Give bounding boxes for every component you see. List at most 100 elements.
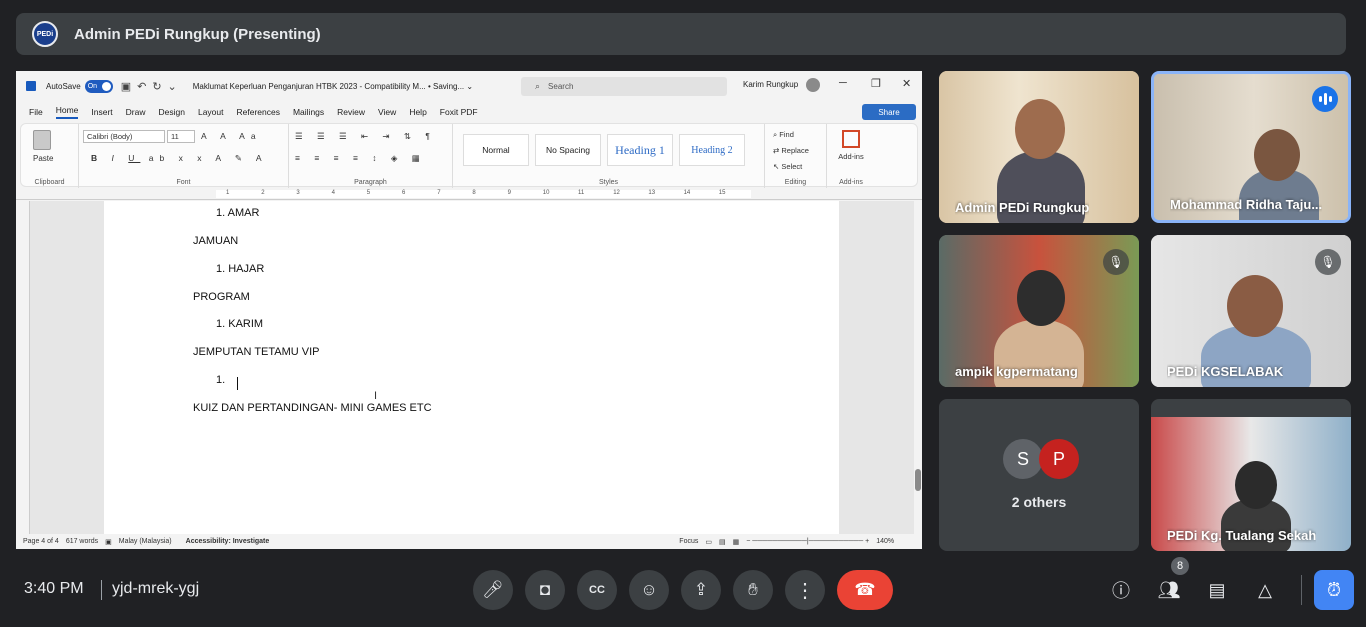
style-no-spacing[interactable]: No Spacing xyxy=(535,134,601,166)
status-language[interactable]: Malay (Malaysia) xyxy=(119,538,172,545)
meeting-info-button[interactable]: ⓘ xyxy=(1108,577,1134,603)
word-user-name[interactable]: Karim Rungkup xyxy=(743,80,798,89)
addins-button-label[interactable]: Add-ins xyxy=(831,152,871,161)
word-status-bar: Page 4 of 4 617 words ▣ Malay (Malaysia)… xyxy=(16,534,922,549)
paragraph-label: Paragraph xyxy=(354,179,387,186)
menu-draw[interactable]: Draw xyxy=(126,107,146,117)
reactions-button[interactable]: ☺ xyxy=(629,570,669,610)
others-tile[interactable]: S P 2 others xyxy=(939,399,1139,551)
search-icon: ⌕ xyxy=(535,81,541,91)
status-page[interactable]: Page 4 of 4 xyxy=(23,538,59,545)
autosave-toggle[interactable]: On xyxy=(84,79,113,93)
microphone-button[interactable]: 🎤︎ xyxy=(473,570,513,610)
close-icon[interactable]: ✕ xyxy=(902,77,911,90)
list-tools[interactable]: ☰ ☰ ☰ ⇤ ⇥ ⇅ ¶ xyxy=(295,131,436,142)
horizontal-ruler[interactable]: 1 2 3 4 5 6 7 8 9 10 11 12 13 14 15 xyxy=(16,188,922,200)
font-size-select[interactable]: 11 xyxy=(167,130,195,143)
quick-access-toolbar[interactable]: ▣↶↻⌄ xyxy=(121,80,183,93)
font-size-tools[interactable]: A A Aa xyxy=(201,131,262,141)
find-label: Find xyxy=(779,130,794,139)
bottom-right-divider xyxy=(1301,575,1302,605)
word-user-avatar[interactable] xyxy=(806,78,820,92)
print-layout-icon[interactable]: ▤ xyxy=(719,538,726,546)
captions-button[interactable]: CC xyxy=(577,570,617,610)
save-icon[interactable]: ▣ xyxy=(121,81,137,93)
status-zoom[interactable]: 140% xyxy=(876,538,894,545)
participant-tile-3[interactable]: 🎙 ampik kgpermatang xyxy=(939,235,1139,387)
font-format-tools[interactable]: B I U ab x x A ✎ A xyxy=(91,153,268,164)
read-mode-icon[interactable]: ▭ xyxy=(705,538,712,546)
raise-hand-button[interactable]: ✋︎ xyxy=(733,570,773,610)
alignment-tools[interactable]: ≡ ≡ ≡ ≡ ↕ ◈ ▦ xyxy=(295,153,426,164)
addins-icon[interactable] xyxy=(842,130,860,148)
chat-button[interactable]: ▤ xyxy=(1204,577,1230,603)
participant-head xyxy=(1227,275,1283,337)
document-title[interactable]: Maklumat Keperluan Penganjuran HTBK 2023… xyxy=(193,82,473,91)
camera-button[interactable]: ◘ xyxy=(525,570,565,610)
meeting-code: yjd-mrek-ygj xyxy=(112,580,200,597)
participant-tile-2[interactable]: Mohammad Ridha Taju... xyxy=(1151,71,1351,223)
menu-file[interactable]: File xyxy=(29,107,43,117)
clipboard-group: Paste Clipboard xyxy=(21,124,79,188)
menu-mailings[interactable]: Mailings xyxy=(293,107,324,117)
style-heading-1[interactable]: Heading 1 xyxy=(607,134,673,166)
style-heading-2[interactable]: Heading 2 xyxy=(679,134,745,166)
menu-design[interactable]: Design xyxy=(159,107,185,117)
menu-references[interactable]: References xyxy=(237,107,280,117)
participant-head xyxy=(1235,461,1277,509)
scrollbar-thumb[interactable] xyxy=(915,469,921,491)
share-button[interactable]: Share xyxy=(862,104,916,120)
present-screen-icon: ⇪ xyxy=(693,580,709,599)
minimize-icon[interactable]: ─ xyxy=(839,77,847,89)
doc-line-jemputan: JEMPUTAN TETAMU VIP xyxy=(193,346,320,358)
undo-icon[interactable]: ↶ xyxy=(137,81,152,93)
web-layout-icon[interactable]: ▦ xyxy=(733,538,740,546)
style-normal[interactable]: Normal xyxy=(463,134,529,166)
leave-call-button[interactable]: ☎︎ xyxy=(837,570,893,610)
paragraph-group: ☰ ☰ ☰ ⇤ ⇥ ⇅ ¶ ≡ ≡ ≡ ≡ ↕ ◈ ▦ Paragraph xyxy=(289,124,453,188)
host-controls-button[interactable]: ⏰︎ xyxy=(1314,570,1354,610)
find-button[interactable]: ⌕ Find xyxy=(773,130,794,140)
menu-insert[interactable]: Insert xyxy=(91,107,112,117)
word-menu-bar: File Home Insert Draw Design Layout Refe… xyxy=(16,101,922,123)
participant-tile-4[interactable]: 🎙 PEDi KGSELABAK xyxy=(1151,235,1351,387)
status-focus[interactable]: Focus xyxy=(679,538,698,545)
word-search-box[interactable]: ⌕ Search xyxy=(521,77,727,96)
menu-foxit-pdf[interactable]: Foxit PDF xyxy=(440,107,478,117)
people-button[interactable]: 👥︎ xyxy=(1156,577,1182,603)
menu-home[interactable]: Home xyxy=(55,105,79,119)
vertical-ruler[interactable] xyxy=(16,201,30,534)
document-canvas[interactable]: 1. AMAR JAMUAN 1. HAJAR PROGRAM 1. KARIM… xyxy=(30,201,914,534)
document-page[interactable]: 1. AMAR JAMUAN 1. HAJAR PROGRAM 1. KARIM… xyxy=(104,201,839,534)
info-icon: ⓘ xyxy=(1112,581,1130,601)
replace-button[interactable]: ⇄ Replace xyxy=(773,146,809,155)
shared-screen: AutoSave On ▣↶↻⌄ Maklumat Keperluan Peng… xyxy=(16,71,922,549)
paste-label[interactable]: Paste xyxy=(33,154,53,163)
customize-qat-icon[interactable]: ⌄ xyxy=(168,81,183,93)
participant-tile-1[interactable]: Admin PEDi Rungkup xyxy=(939,71,1139,223)
status-words[interactable]: 617 words xyxy=(66,538,98,545)
status-accessibility[interactable]: Accessibility: Investigate xyxy=(186,538,270,545)
zoom-slider[interactable]: − ───────────|─────────── + xyxy=(746,538,869,545)
clock-divider xyxy=(101,580,102,600)
mic-off-icon: 🎙 xyxy=(1315,249,1341,275)
participant-tile-5[interactable]: PEDi Kg. Tualang Sekah xyxy=(1151,399,1351,551)
ruler-number: 8 xyxy=(472,190,476,196)
menu-layout[interactable]: Layout xyxy=(198,107,224,117)
redo-icon[interactable]: ↻ xyxy=(152,81,167,93)
more-options-button[interactable]: ⋮ xyxy=(785,570,825,610)
restore-icon[interactable]: ❐ xyxy=(871,77,881,90)
proofing-icon[interactable]: ▣ xyxy=(105,538,112,546)
ibeam-cursor-icon: I xyxy=(374,390,378,402)
paste-icon[interactable] xyxy=(33,130,51,150)
activities-button[interactable]: △ xyxy=(1252,577,1278,603)
present-button[interactable]: ⇪ xyxy=(681,570,721,610)
font-name-select[interactable]: Calibri (Body) xyxy=(83,130,165,143)
search-placeholder: Search xyxy=(548,82,574,91)
menu-help[interactable]: Help xyxy=(409,107,426,117)
captions-icon: CC xyxy=(589,584,605,596)
select-button[interactable]: ↖ Select xyxy=(773,162,802,171)
menu-view[interactable]: View xyxy=(378,107,396,117)
doc-line-jamuan: JAMUAN xyxy=(193,235,239,247)
menu-review[interactable]: Review xyxy=(337,107,365,117)
